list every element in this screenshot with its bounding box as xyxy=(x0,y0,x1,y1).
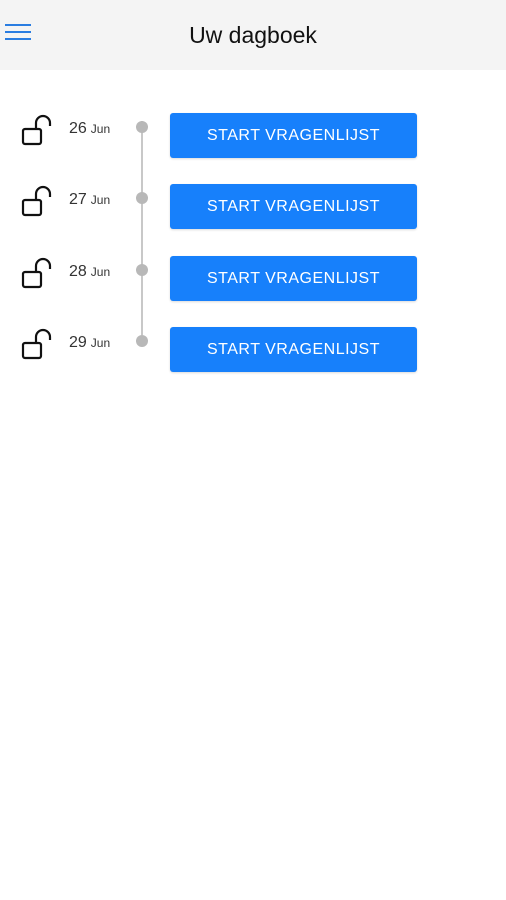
diary-entry: 28 Jun START VRAGENLIJST xyxy=(0,256,506,312)
timeline-dot xyxy=(136,335,148,347)
start-questionnaire-button[interactable]: START VRAGENLIJST xyxy=(170,113,417,158)
entry-day: 28 xyxy=(69,263,87,280)
lock-toggle[interactable] xyxy=(20,185,56,221)
timeline-dot xyxy=(136,121,148,133)
unlocked-padlock-icon xyxy=(21,257,52,289)
entry-day: 26 xyxy=(69,120,87,137)
diary-entry: 26 Jun START VRAGENLIJST xyxy=(0,113,506,169)
lock-toggle[interactable] xyxy=(20,257,56,293)
lock-toggle[interactable] xyxy=(20,328,56,364)
entry-month: Jun xyxy=(90,122,111,136)
entry-day: 27 xyxy=(69,191,87,208)
entry-month: Jun xyxy=(90,265,111,279)
entry-date: 26 Jun xyxy=(69,120,110,138)
timeline-dot xyxy=(136,264,148,276)
entry-date: 27 Jun xyxy=(69,191,110,209)
unlocked-padlock-icon xyxy=(21,328,52,360)
start-questionnaire-button[interactable]: START VRAGENLIJST xyxy=(170,327,417,372)
entry-month: Jun xyxy=(90,336,111,350)
entry-day: 29 xyxy=(69,334,87,351)
unlocked-padlock-icon xyxy=(21,185,52,217)
entry-date: 28 Jun xyxy=(69,263,110,281)
start-questionnaire-button[interactable]: START VRAGENLIJST xyxy=(170,256,417,301)
entry-date: 29 Jun xyxy=(69,334,110,352)
unlocked-padlock-icon xyxy=(21,114,52,146)
timeline-dot xyxy=(136,192,148,204)
start-questionnaire-button[interactable]: START VRAGENLIJST xyxy=(170,184,417,229)
app-root: Uw dagboek 26 Jun START VRAGENLIJST 27 Jun… xyxy=(0,0,506,900)
page-title: Uw dagboek xyxy=(189,22,317,48)
entry-month: Jun xyxy=(90,193,111,207)
top-bar: Uw dagboek xyxy=(0,0,506,70)
lock-toggle[interactable] xyxy=(20,114,56,150)
diary-entry: 27 Jun START VRAGENLIJST xyxy=(0,184,506,240)
diary-entry: 29 Jun START VRAGENLIJST xyxy=(0,327,506,383)
